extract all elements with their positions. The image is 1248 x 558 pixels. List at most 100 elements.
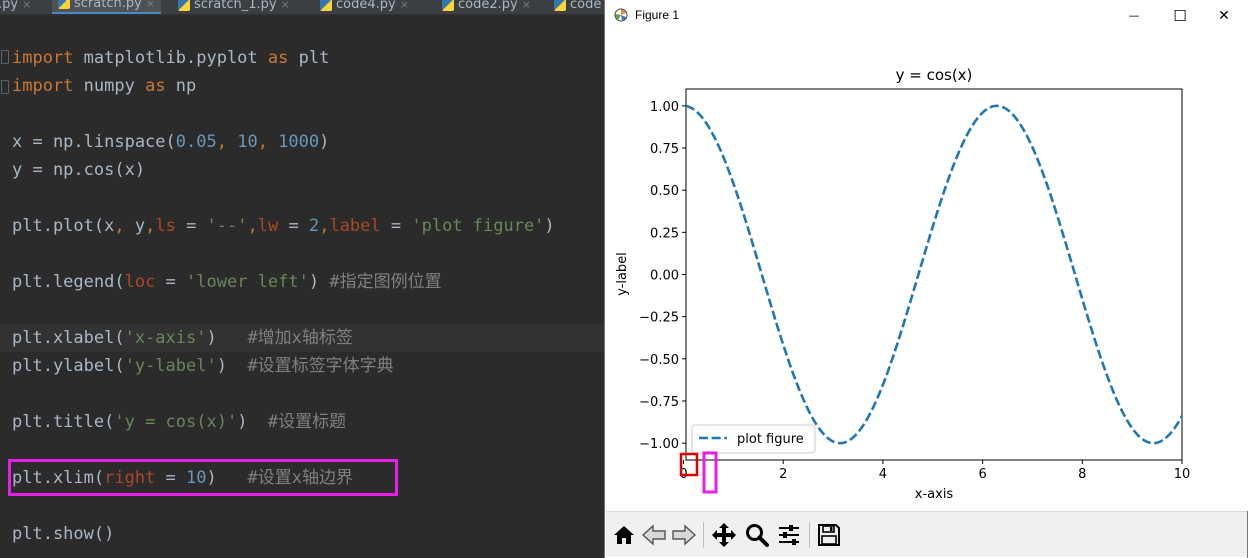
close-icon[interactable]: × xyxy=(281,0,290,11)
alias: np xyxy=(165,76,197,96)
operator: = xyxy=(155,272,187,292)
string-literal: '--' xyxy=(206,216,248,236)
x-tick-label: 8 xyxy=(1078,467,1086,482)
close-icon[interactable]: × xyxy=(22,0,31,11)
x-axis-label: x-axis xyxy=(915,487,954,502)
python-file-icon xyxy=(178,0,190,11)
y-tick-label: 0.75 xyxy=(650,142,679,157)
number-literal: 1000 xyxy=(278,132,320,152)
code-text: plt.legend( xyxy=(12,272,125,292)
tab-label: code4.py xyxy=(336,0,396,12)
module-name: matplotlib.pyplot xyxy=(73,48,268,68)
param-name: loc xyxy=(124,272,156,292)
code-line-2[interactable]: import numpy as np xyxy=(0,72,606,100)
comma: , xyxy=(319,216,330,236)
y-tick-label: −0.50 xyxy=(639,353,679,368)
zoom-icon xyxy=(746,524,769,547)
forward-button[interactable] xyxy=(669,520,699,550)
python-file-icon xyxy=(320,0,332,11)
tab-label: code2.py xyxy=(458,0,518,12)
module-name: numpy xyxy=(73,76,146,96)
code-text: y = np.cos(x) xyxy=(12,160,146,180)
comment: #设置标签字体字典 xyxy=(247,356,394,376)
navigation-toolbar xyxy=(606,511,1247,557)
code-area[interactable]: import matplotlib.pyplot as plt import n… xyxy=(0,15,606,558)
close-icon[interactable]: × xyxy=(522,0,531,11)
alias: plt xyxy=(288,48,330,68)
comment: #设置标题 xyxy=(267,412,347,432)
operator: = xyxy=(278,216,309,236)
comma: , xyxy=(247,216,258,236)
code-text: y xyxy=(134,216,146,236)
code-line-11[interactable]: plt.xlabel('x-axis') #增加x轴标签 xyxy=(0,324,606,352)
tab-code[interactable]: code xyxy=(548,0,606,14)
back-button[interactable] xyxy=(639,520,669,550)
home-button[interactable] xyxy=(609,520,639,550)
comma: , xyxy=(216,132,238,152)
toolbar-separator xyxy=(809,522,810,548)
maximize-button[interactable]: ☐ xyxy=(1157,0,1203,31)
code-line-9[interactable]: plt.legend(loc = 'lower left') #指定图例位置 xyxy=(0,268,606,296)
chart-title: y = cos(x) xyxy=(896,66,973,84)
code-line-14[interactable]: plt.title('y = cos(x)') #设置标题 xyxy=(0,408,606,436)
close-icon: ✕ xyxy=(1218,7,1230,24)
y-tick-label: 0.00 xyxy=(650,269,679,284)
y-tick-label: −0.25 xyxy=(639,311,679,326)
back-icon xyxy=(641,524,666,546)
comma: , xyxy=(114,216,135,236)
tab-code4[interactable]: code4.py × xyxy=(314,0,415,14)
string-literal: 'lower left' xyxy=(186,272,309,292)
line-chart[interactable]: y = cos(x) x-axis y-label 0 2 4 6 8 10 1.000.… xyxy=(605,31,1248,511)
y-tick-label: 0.50 xyxy=(650,184,679,199)
param-name: ls xyxy=(155,216,176,236)
pan-button[interactable] xyxy=(709,520,739,550)
code-text: ) xyxy=(206,328,248,348)
y-axis-label: y-label xyxy=(615,252,630,296)
tab-scratch[interactable]: scratch.py × xyxy=(52,0,162,14)
code-line-12[interactable]: plt.ylabel('y-label') #设置标签字体字典 xyxy=(0,352,606,380)
close-button[interactable]: ✕ xyxy=(1201,0,1247,31)
code-line-4[interactable]: x = np.linspace(0.05, 10, 1000) xyxy=(0,128,606,156)
close-icon[interactable]: × xyxy=(146,0,155,10)
save-button[interactable] xyxy=(814,520,844,550)
minimize-button[interactable]: — xyxy=(1111,0,1157,31)
window-title: Figure 1 xyxy=(635,8,680,22)
tab-code2[interactable]: code2.py × xyxy=(436,0,537,14)
keyword: import xyxy=(12,48,74,68)
code-text: ) xyxy=(237,412,268,432)
code-editor[interactable]: .py × scratch.py × scratch_1.py × code4.… xyxy=(0,0,606,558)
keyword: as xyxy=(145,76,166,96)
configure-subplots-button[interactable] xyxy=(774,520,804,550)
code-text: plt.plot(x xyxy=(12,216,115,236)
figure-window: Figure 1 — ☐ ✕ y = cos(x) x-axis y-label… xyxy=(604,0,1248,558)
tab-label: .py xyxy=(0,0,19,12)
keyword: as xyxy=(267,48,289,68)
editor-tab-bar: .py × scratch.py × scratch_1.py × code4.… xyxy=(0,0,606,15)
comment: #增加x轴标签 xyxy=(247,328,353,348)
window-titlebar[interactable]: Figure 1 — ☐ ✕ xyxy=(605,0,1248,31)
x-tick-label: 4 xyxy=(879,467,887,482)
code-line-5[interactable]: y = np.cos(x) xyxy=(0,156,606,184)
code-line-1[interactable]: import matplotlib.pyplot as plt xyxy=(0,44,606,72)
code-text: plt.xlabel( xyxy=(12,328,125,348)
figure-canvas[interactable]: y = cos(x) x-axis y-label 0 2 4 6 8 10 1.00 0.… xyxy=(605,31,1248,511)
x-tick-label: 6 xyxy=(978,467,986,482)
x-tick-label: 10 xyxy=(1174,467,1191,482)
close-icon[interactable]: × xyxy=(400,0,409,11)
legend-label: plot figure xyxy=(737,432,804,447)
string-literal: 'y = cos(x)' xyxy=(114,412,238,432)
x-axis-ticks: 0 2 4 6 8 10 xyxy=(679,460,1190,482)
axes-frame xyxy=(685,88,1183,461)
code-text: plt.show() xyxy=(12,524,115,544)
python-file-icon xyxy=(58,0,70,9)
code-line-7[interactable]: plt.plot(x, y,ls = '--',lw = 2,label = '… xyxy=(0,212,606,240)
tab-scratch-1[interactable]: scratch_1.py × xyxy=(172,0,296,14)
code-line-18[interactable]: plt.show() xyxy=(0,520,606,548)
tab-py[interactable]: .py × xyxy=(0,0,37,14)
zoom-button[interactable] xyxy=(742,520,772,550)
legend[interactable]: plot figure xyxy=(691,424,816,454)
param-name: lw xyxy=(257,216,279,236)
code-text: plt.ylabel( xyxy=(12,356,125,376)
code-text: ) xyxy=(308,272,330,292)
number-literal: 2 xyxy=(308,216,320,236)
